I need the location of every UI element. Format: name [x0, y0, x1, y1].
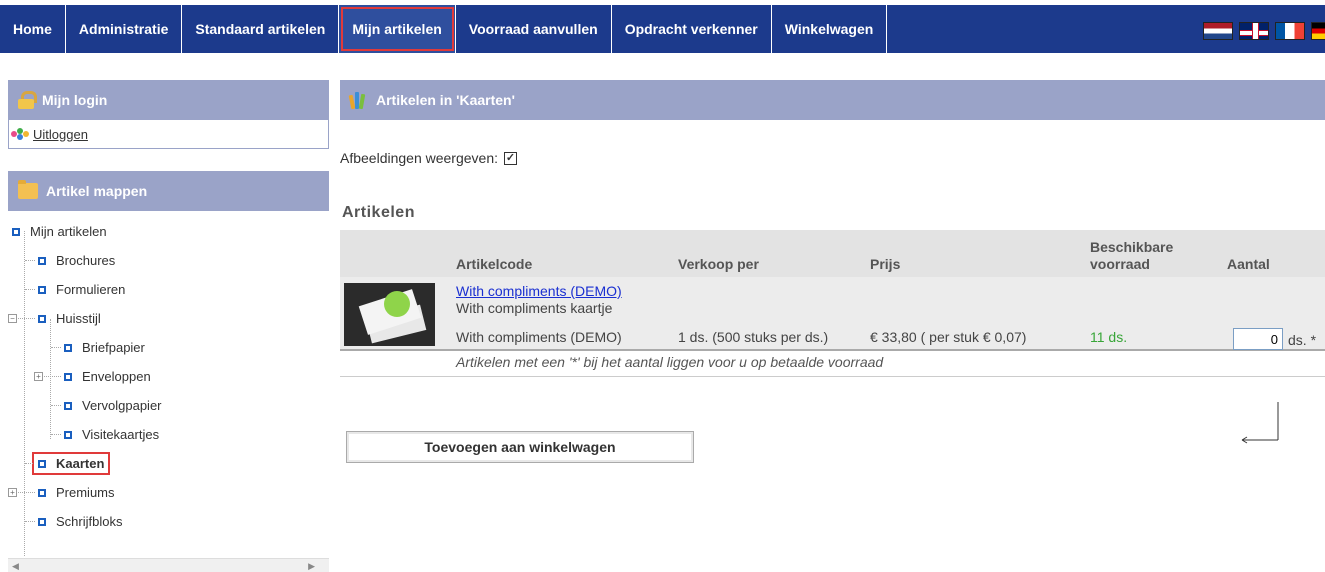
flag-uk-icon[interactable]: [1239, 22, 1269, 40]
column-header-qty: Aantal: [1227, 256, 1270, 272]
show-images-label: Afbeeldingen weergeven:: [340, 150, 499, 166]
tree-item-label: Visitekaartjes: [82, 427, 160, 442]
tree-item-label: Kaarten: [56, 456, 105, 471]
folder-node-icon: [38, 256, 46, 265]
tree-item-label: Formulieren: [56, 282, 126, 297]
table-row: With compliments (DEMO) With compliments…: [340, 277, 1325, 351]
nav-bar: Home Administratie Standaard artikelen M…: [0, 5, 1325, 53]
top-navigation: Home Administratie Standaard artikelen M…: [0, 0, 1325, 65]
folder-node-icon: [64, 372, 72, 381]
language-flags: [1203, 22, 1325, 40]
books-icon: [348, 91, 368, 110]
product-thumbnail[interactable]: [344, 283, 435, 346]
tree-item-label: Vervolgpapier: [82, 398, 162, 413]
folder-node-icon: [64, 343, 72, 352]
lock-icon: [18, 91, 37, 109]
scroll-left-icon[interactable]: ◀: [12, 561, 19, 572]
folder-node-icon: [38, 459, 46, 468]
flag-nl-icon[interactable]: [1203, 22, 1233, 40]
expand-icon[interactable]: +: [8, 488, 17, 497]
column-header-sold-per: Verkoop per: [678, 256, 759, 272]
quantity-input[interactable]: [1233, 328, 1283, 350]
articles-table: Artikelcode Verkoop per Prijs Beschikbar…: [340, 230, 1325, 377]
nav-winkelwagen[interactable]: Winkelwagen: [772, 5, 888, 53]
nav-administratie[interactable]: Administratie: [66, 5, 183, 53]
folders-panel-title: Artikel mappen: [46, 183, 148, 199]
folder-node-icon: [38, 488, 46, 497]
product-price: € 33,80 ( per stuk € 0,07): [870, 329, 1027, 345]
tree-item-label: Schrijfbloks: [56, 514, 123, 529]
show-images-option: Afbeeldingen weergeven: ✓: [340, 150, 518, 166]
show-images-checkbox[interactable]: ✓: [504, 151, 518, 165]
login-panel-title: Mijn login: [42, 92, 108, 108]
logout-icon: [11, 128, 29, 140]
folders-panel-header: Artikel mappen: [8, 171, 329, 211]
tree-item-premiums[interactable]: + Premiums: [8, 478, 329, 507]
nav-voorraad-aanvullen[interactable]: Voorraad aanvullen: [456, 5, 612, 53]
tree-item-enveloppen[interactable]: + Enveloppen: [8, 362, 329, 391]
main-panel-header: Artikelen in 'Kaarten': [340, 80, 1325, 120]
table-header: Artikelcode Verkoop per Prijs Beschikbar…: [340, 230, 1325, 277]
stock-note: Artikelen met een '*' bij het aantal lig…: [456, 354, 884, 370]
tree-item-kaarten[interactable]: Kaarten: [8, 449, 329, 478]
nav-home[interactable]: Home: [0, 5, 66, 53]
tree-item-label: Enveloppen: [82, 369, 151, 384]
folder-node-icon: [64, 401, 72, 410]
product-description: With compliments kaartje: [456, 300, 613, 316]
tree-item-label: Brochures: [56, 253, 116, 268]
divider: [340, 376, 1325, 377]
tree-item-briefpapier[interactable]: Briefpapier: [8, 333, 329, 362]
tree-item-label: Briefpapier: [82, 340, 145, 355]
add-to-cart-button[interactable]: Toevoegen aan winkelwagen: [346, 431, 694, 463]
folder-node-icon: [38, 285, 46, 294]
collapse-icon[interactable]: −: [8, 314, 17, 323]
folder-node-icon: [38, 517, 46, 526]
selected-folder-box: Kaarten: [32, 452, 111, 475]
main-content: Artikelen in 'Kaarten' Afbeeldingen weer…: [340, 80, 1325, 572]
scroll-right-icon[interactable]: ▶: [308, 561, 315, 572]
nav-mijn-artikelen[interactable]: Mijn artikelen: [339, 5, 456, 53]
folder-icon: [18, 180, 38, 199]
expand-icon[interactable]: +: [34, 372, 43, 381]
sidebar: Mijn login Uitloggen Artikel mappen Mijn…: [8, 80, 329, 572]
tree-item-brochures[interactable]: Brochures: [8, 246, 329, 275]
main-panel-title: Artikelen in 'Kaarten': [376, 92, 515, 108]
column-header-stock-line1: Beschikbare: [1090, 239, 1174, 255]
flag-fr-icon[interactable]: [1275, 22, 1305, 40]
tree-item-schrijfbloks[interactable]: Schrijfbloks: [8, 507, 329, 536]
folder-node-icon: [38, 314, 46, 323]
product-link[interactable]: With compliments (DEMO): [456, 283, 622, 299]
column-header-stock-line2: voorraad: [1090, 256, 1150, 272]
tree-item-visitekaartjes[interactable]: Visitekaartjes: [8, 420, 329, 449]
column-header-code: Artikelcode: [456, 256, 533, 272]
logout-link[interactable]: Uitloggen: [33, 127, 88, 142]
tree-item-label: Huisstijl: [56, 311, 101, 326]
tree-item-huisstijl[interactable]: − Huisstijl: [8, 304, 329, 333]
product-stock: 11 ds.: [1090, 329, 1128, 345]
folder-node-icon: [64, 430, 72, 439]
folder-tree: Mijn artikelen Brochures Formulieren − H…: [8, 211, 329, 556]
login-panel-header: Mijn login: [8, 80, 329, 120]
section-title: Artikelen: [342, 204, 415, 221]
tree-item-label: Premiums: [56, 485, 115, 500]
return-arrow-icon: [1241, 402, 1279, 444]
folder-node-icon: [12, 227, 20, 236]
login-panel-body: Uitloggen: [8, 120, 329, 149]
horizontal-scrollbar[interactable]: ◀ ▶: [8, 558, 329, 572]
quantity-unit: ds. *: [1288, 332, 1317, 348]
tree-item-label: Mijn artikelen: [30, 224, 107, 239]
product-code: With compliments (DEMO): [456, 329, 622, 345]
tree-item-mijn-artikelen[interactable]: Mijn artikelen: [8, 217, 329, 246]
product-sold-per: 1 ds. (500 stuks per ds.): [678, 329, 829, 345]
tree-item-formulieren[interactable]: Formulieren: [8, 275, 329, 304]
flag-de-icon[interactable]: [1311, 22, 1325, 40]
nav-standaard-artikelen[interactable]: Standaard artikelen: [182, 5, 340, 53]
tree-item-vervolgpapier[interactable]: Vervolgpapier: [8, 391, 329, 420]
column-header-price: Prijs: [870, 256, 901, 272]
nav-opdracht-verkenner[interactable]: Opdracht verkenner: [612, 5, 772, 53]
